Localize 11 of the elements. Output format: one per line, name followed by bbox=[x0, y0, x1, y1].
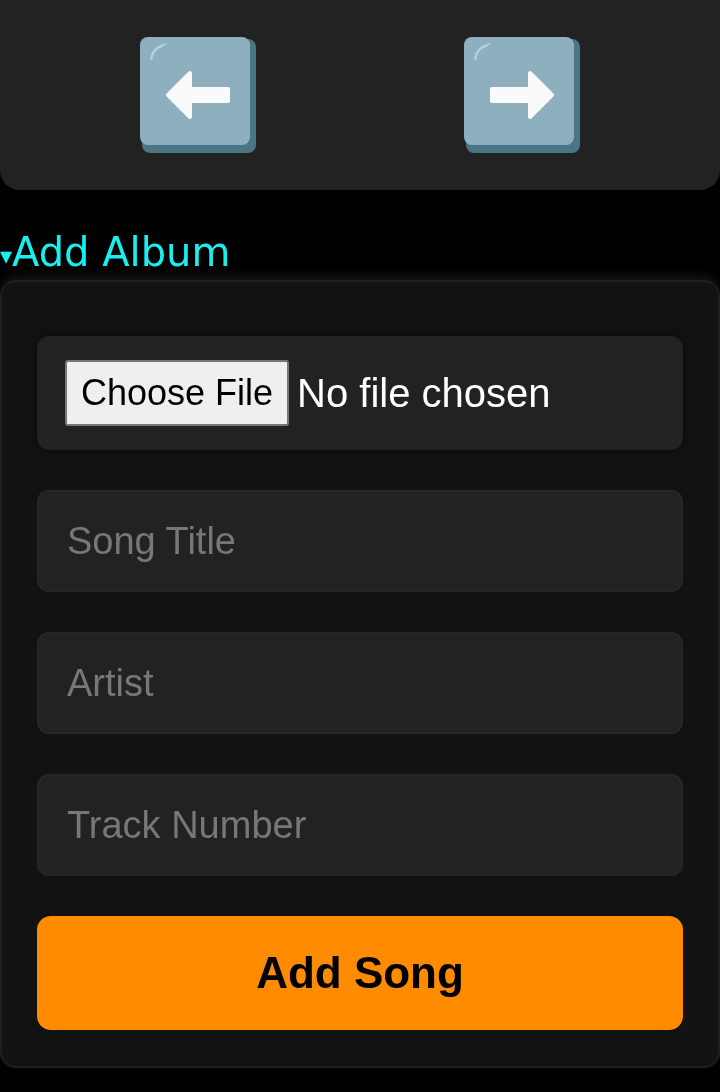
file-status-text: No file chosen bbox=[297, 370, 551, 417]
section-title[interactable]: Add Album bbox=[12, 232, 231, 272]
forward-button[interactable] bbox=[464, 37, 580, 153]
text-field[interactable]: Artist bbox=[37, 632, 683, 734]
choose-file-button[interactable]: Choose File bbox=[65, 360, 290, 426]
disclosure-triangle[interactable]: ▾ bbox=[0, 244, 13, 272]
text-field[interactable]: Track Number bbox=[37, 774, 683, 876]
text-field[interactable]: Song Title bbox=[37, 490, 683, 592]
file-field[interactable]: Choose File No file chosen bbox=[37, 336, 683, 450]
back-button[interactable] bbox=[140, 37, 256, 153]
add-song-button[interactable]: Add Song bbox=[37, 916, 683, 1030]
